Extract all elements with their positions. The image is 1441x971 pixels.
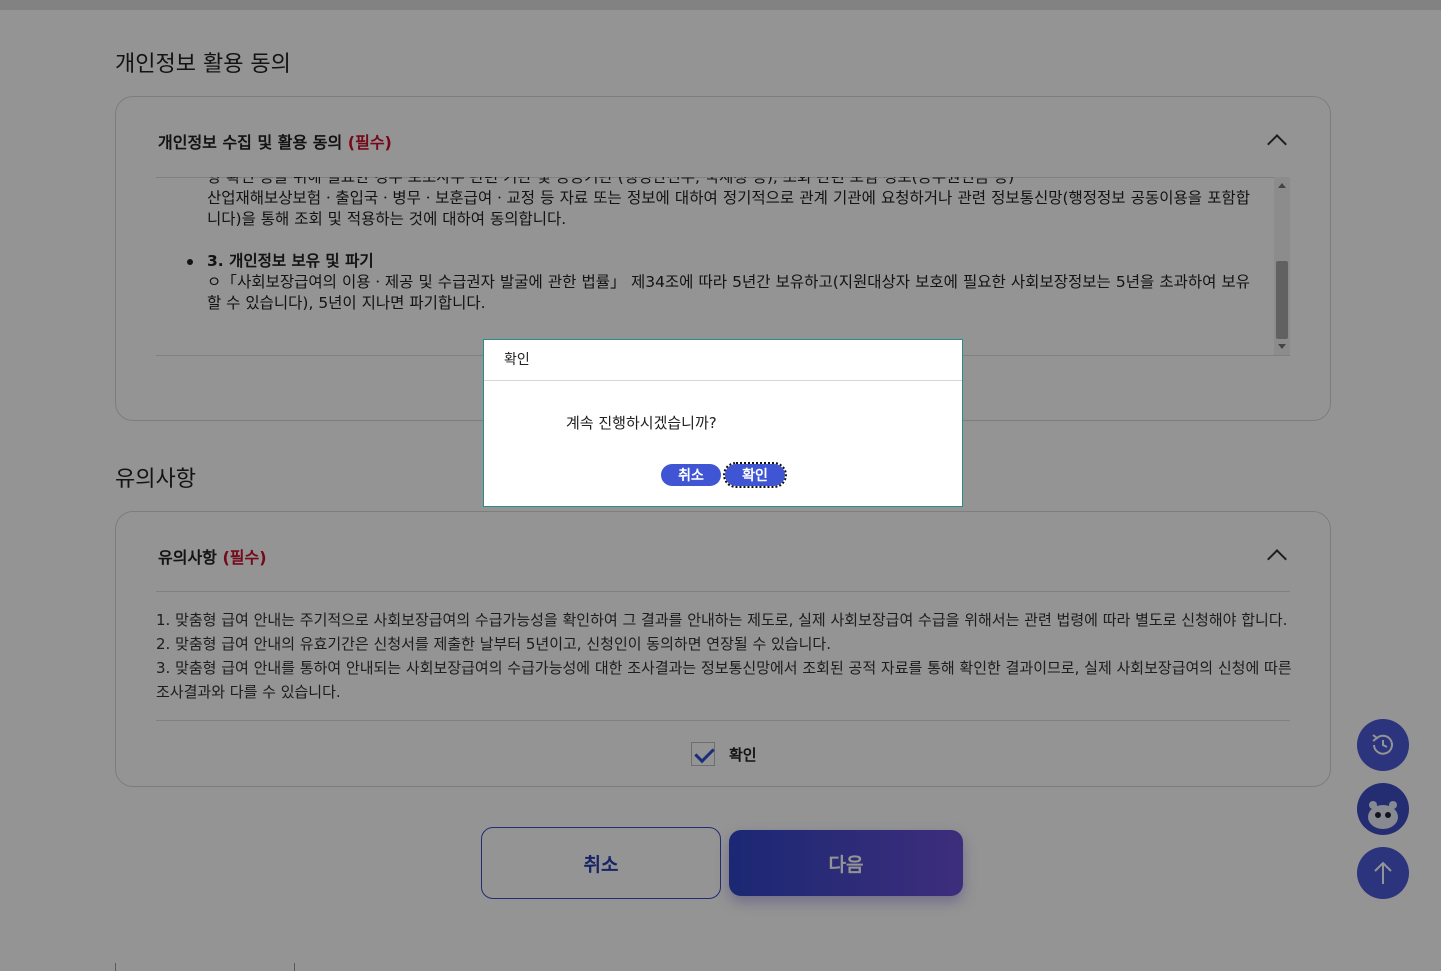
dialog-confirm-button[interactable]: 확인 [723,462,787,488]
top-strip [0,0,1441,10]
dialog-title: 확인 [484,340,962,381]
dialog-message: 계속 진행하시겠습니까? [566,414,717,432]
confirm-dialog: 확인 계속 진행하시겠습니까? 취소 확인 [483,339,963,507]
dialog-cancel-button[interactable]: 취소 [661,464,721,486]
